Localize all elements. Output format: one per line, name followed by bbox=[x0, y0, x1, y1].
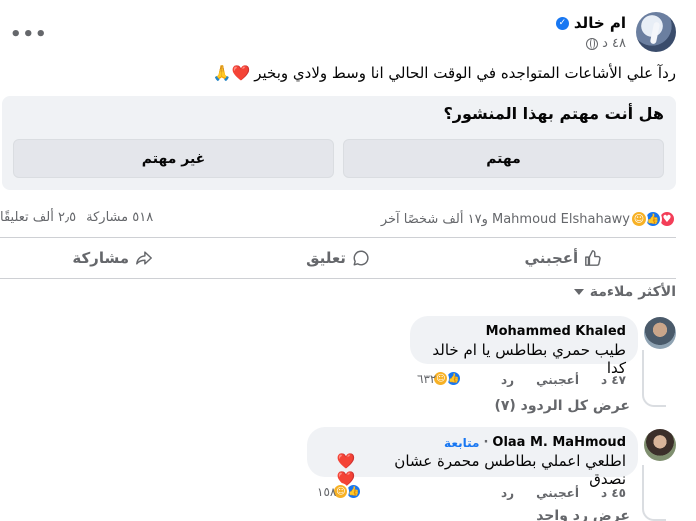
comment-text-row: اطلعي اعملي بطاطس محمرة عشان نصدق ❤️❤️ bbox=[319, 452, 626, 488]
poll-question: هل أنت مهتم بهذا المنشور؟ bbox=[443, 104, 664, 123]
sort-label: الأكثر ملاءمة bbox=[589, 284, 676, 300]
post-header: ام خالد ✓ ٤٨ د ••• bbox=[0, 12, 676, 60]
globe-icon bbox=[586, 37, 599, 50]
action-bar: أعجبني تعليق مشاركة bbox=[0, 239, 676, 277]
thread-line bbox=[642, 350, 666, 407]
comment-text: اطلعي اعملي بطاطس محمرة عشان نصدق bbox=[394, 452, 626, 488]
engagement-counts: ٥١٨ مشاركة ٢٫٥ ألف تعليقًا bbox=[0, 210, 153, 225]
post-time[interactable]: ٤٨ د bbox=[602, 36, 626, 51]
comment-meta: ٤٧ د أعجبني رد bbox=[501, 373, 626, 387]
post-stats: ♥ 👍 ☺ Mahmoud Elshahawy و١٧ ألف شخصًا آخ… bbox=[0, 210, 676, 230]
verified-badge-icon: ✓ bbox=[555, 16, 569, 30]
comment-label: تعليق bbox=[306, 249, 346, 267]
separator-dot: · bbox=[483, 435, 489, 450]
commenter-name-row: Olaa M. MaHmoud · متابعة bbox=[319, 435, 626, 450]
like-label: أعجبني bbox=[524, 249, 579, 267]
commenter-name[interactable]: Mohammed Khaled bbox=[486, 324, 626, 339]
thread-line bbox=[642, 465, 666, 521]
post-meta: ٤٨ د bbox=[586, 36, 626, 51]
comment-reaction-count: ٦٣٢ bbox=[417, 371, 437, 386]
care-reaction-icon: ☺ bbox=[630, 210, 648, 228]
comment-sort-dropdown[interactable]: الأكثر ملاءمة bbox=[573, 284, 676, 300]
comment-reply-button[interactable]: رد bbox=[501, 373, 514, 387]
author-name[interactable]: ام خالد bbox=[574, 14, 626, 32]
interest-poll: هل أنت مهتم بهذا المنشور؟ مهتم غير مهتم bbox=[2, 96, 676, 190]
comment-button[interactable]: تعليق bbox=[225, 239, 450, 277]
post-card: ام خالد ✓ ٤٨ د ••• ردآ علي الأشاعات المت… bbox=[0, 0, 676, 521]
author-name-row: ام خالد ✓ bbox=[555, 14, 626, 32]
commenter-avatar[interactable] bbox=[644, 317, 676, 349]
like-button[interactable]: أعجبني bbox=[451, 239, 676, 277]
comment-reaction-count: ١٥٨ bbox=[317, 484, 337, 499]
comment-like-button[interactable]: أعجبني bbox=[536, 486, 579, 500]
not-interested-button[interactable]: غير مهتم bbox=[13, 139, 334, 178]
reactions-names[interactable]: Mahmoud Elshahawy و١٧ ألف شخصًا آخر bbox=[381, 212, 630, 227]
commenter-name[interactable]: Olaa M. MaHmoud bbox=[492, 435, 626, 450]
comment-reply-button[interactable]: رد bbox=[501, 486, 514, 500]
divider bbox=[0, 237, 676, 238]
interested-button[interactable]: مهتم bbox=[343, 139, 664, 178]
share-label: مشاركة bbox=[72, 249, 129, 267]
view-all-replies-link[interactable]: عرض كل الردود (٧) bbox=[494, 398, 630, 414]
comment-meta: ٤٥ د أعجبني رد bbox=[501, 486, 626, 500]
follow-button[interactable]: متابعة bbox=[444, 436, 479, 450]
share-arrow-icon bbox=[136, 251, 152, 265]
author-avatar[interactable] bbox=[636, 12, 676, 52]
commenter-avatar[interactable] bbox=[644, 429, 676, 461]
post-emojis: ❤️🙏 bbox=[212, 64, 251, 82]
reactions-summary[interactable]: ♥ 👍 ☺ Mahmoud Elshahawy و١٧ ألف شخصًا آخ… bbox=[381, 210, 676, 228]
comment-reactions[interactable]: 👍 ☺ ١٥٨ bbox=[313, 483, 363, 500]
comment-reactions[interactable]: 👍 ☺ ٦٣٢ bbox=[413, 370, 463, 387]
comment-time[interactable]: ٤٧ د bbox=[601, 373, 626, 387]
commenter-name-row: Mohammed Khaled bbox=[422, 324, 626, 339]
speech-bubble-icon bbox=[353, 250, 369, 266]
more-options-button[interactable]: ••• bbox=[10, 24, 48, 45]
shares-count[interactable]: ٥١٨ مشاركة bbox=[86, 210, 153, 225]
caret-down-icon bbox=[573, 289, 584, 295]
divider bbox=[0, 278, 676, 279]
view-replies-link[interactable]: عرض رد واحد bbox=[536, 508, 630, 521]
comment-bubble: Mohammed Khaled طيب حمري بطاطس يا ام خال… bbox=[410, 316, 638, 377]
comment-time[interactable]: ٤٥ د bbox=[601, 486, 626, 500]
comment-bubble: Olaa M. MaHmoud · متابعة اطلعي اعملي بطا… bbox=[307, 427, 638, 488]
post-text: ردآ علي الأشاعات المتواجده في الوقت الحا… bbox=[213, 64, 676, 82]
share-button[interactable]: مشاركة bbox=[0, 239, 225, 277]
post-body: ردآ علي الأشاعات المتواجده في الوقت الحا… bbox=[254, 64, 676, 82]
comment-like-button[interactable]: أعجبني bbox=[536, 373, 579, 387]
comments-count[interactable]: ٢٫٥ ألف تعليقًا bbox=[0, 210, 76, 225]
thumbs-up-icon bbox=[585, 250, 601, 266]
